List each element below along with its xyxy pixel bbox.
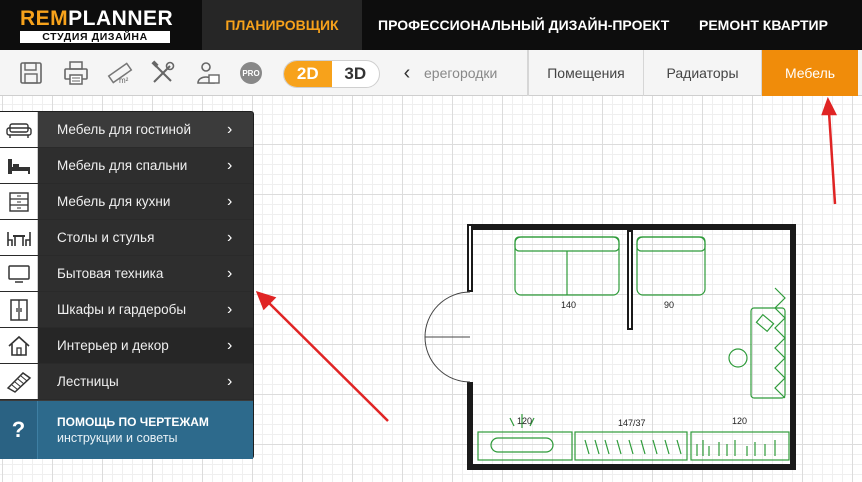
stairs-icon xyxy=(0,364,38,399)
chevron-right-icon: › xyxy=(227,229,233,246)
sofa-icon xyxy=(0,112,38,147)
designer-icon[interactable] xyxy=(193,59,223,87)
door xyxy=(424,291,471,383)
menu-label: Бытовая техника xyxy=(57,266,164,281)
label-bottom-left: 120 xyxy=(517,416,532,426)
menu-item-tables-chairs[interactable]: Столы и стулья › xyxy=(0,220,253,256)
label-bottom-middle: 147/37 xyxy=(618,418,646,428)
top-header: REMPLANNER СТУДИЯ ДИЗАЙНА ПЛАНИРОВЩИК ПР… xyxy=(0,0,862,50)
svg-text:m²: m² xyxy=(119,76,129,85)
menu-label: Столы и стулья xyxy=(57,230,155,245)
menu-item-stairs[interactable]: Лестницы › xyxy=(0,364,253,400)
area-ruler-icon[interactable]: m² xyxy=(105,59,135,87)
furniture-bottom-middle xyxy=(574,431,688,461)
tab-partitions[interactable]: ерегородки xyxy=(418,50,528,96)
nav-design-project[interactable]: ПРОФЕССИОНАЛЬНЫЙ ДИЗАЙН-ПРОЕКТ xyxy=(378,0,669,50)
help-subtitle: инструкции и советы xyxy=(57,431,178,445)
desk-right xyxy=(728,287,786,399)
wardrobe-icon xyxy=(0,292,38,327)
furniture-category-menu: Мебель для гостиной › Мебель для спальни… xyxy=(0,111,254,459)
menu-label: Мебель для спальни xyxy=(57,158,188,173)
tabs-scroll-left-icon[interactable]: ‹ xyxy=(398,62,416,84)
sofa-large xyxy=(514,236,620,296)
wall-right xyxy=(790,224,796,470)
help-drawings-button[interactable]: ? ПОМОЩЬ ПО ЧЕРТЕЖАМ инструкции и советы xyxy=(0,401,253,459)
wall-left-lower xyxy=(467,382,473,470)
house-icon xyxy=(0,328,38,363)
sofa-small xyxy=(636,236,706,296)
wall-bottom xyxy=(467,464,796,470)
menu-item-appliances[interactable]: Бытовая техника › xyxy=(0,256,253,292)
menu-item-wardrobes[interactable]: Шкафы и гардеробы › xyxy=(0,292,253,328)
remplanner-logo[interactable]: REMPLANNER СТУДИЯ ДИЗАЙНА xyxy=(20,7,174,44)
menu-item-interior-decor[interactable]: Интерьер и декор › xyxy=(0,328,253,364)
nav-planner[interactable]: ПЛАНИРОВЩИК xyxy=(202,0,362,50)
pro-icon[interactable]: PRO xyxy=(236,59,266,87)
pro-badge: PRO xyxy=(240,62,262,84)
chevron-right-icon: › xyxy=(227,265,233,282)
chevron-right-icon: › xyxy=(227,193,233,210)
logo-subtitle: СТУДИЯ ДИЗАЙНА xyxy=(20,31,170,43)
toolbar: m² PRO 2D 3D ‹ ерегородки Помещения Ради… xyxy=(0,50,862,96)
logo-wordmark: REMPLANNER xyxy=(20,7,174,30)
label-sofa-small: 90 xyxy=(664,300,674,310)
save-icon[interactable] xyxy=(16,59,46,87)
tab-radiators[interactable]: Радиаторы xyxy=(644,50,762,96)
chevron-right-icon: › xyxy=(227,121,233,138)
label-sofa-large: 140 xyxy=(561,300,576,310)
label-bottom-right: 120 xyxy=(732,416,747,426)
mode-2d-button[interactable]: 2D xyxy=(284,61,332,87)
chevron-right-icon: › xyxy=(227,301,233,318)
view-mode-toggle: 2D 3D xyxy=(283,60,380,88)
tools-icon[interactable] xyxy=(148,59,178,87)
table-chairs-icon xyxy=(0,220,38,255)
mode-3d-button[interactable]: 3D xyxy=(332,61,380,87)
menu-item-living-room[interactable]: Мебель для гостиной › xyxy=(0,112,253,148)
floor-plan[interactable]: 140 90 120 147/37 120 xyxy=(415,218,800,472)
menu-item-kitchen[interactable]: Мебель для кухни › xyxy=(0,184,253,220)
bed-icon xyxy=(0,148,38,183)
menu-label: Мебель для кухни xyxy=(57,194,171,209)
wall-top xyxy=(467,224,796,230)
menu-item-bedroom[interactable]: Мебель для спальни › xyxy=(0,148,253,184)
nav-apartment-repair[interactable]: РЕМОНТ КВАРТИР xyxy=(699,0,828,50)
menu-label: Мебель для гостиной xyxy=(57,122,191,137)
chevron-right-icon: › xyxy=(227,373,233,390)
kitchen-cabinet-icon xyxy=(0,184,38,219)
tab-furniture[interactable]: Мебель xyxy=(762,50,858,96)
print-icon[interactable] xyxy=(61,59,91,87)
tv-icon xyxy=(0,256,38,291)
question-icon: ? xyxy=(0,401,38,459)
tab-rooms[interactable]: Помещения xyxy=(528,50,644,96)
chevron-right-icon: › xyxy=(227,337,233,354)
help-title: ПОМОЩЬ ПО ЧЕРТЕЖАМ xyxy=(57,415,209,429)
menu-label: Лестницы xyxy=(57,374,119,389)
menu-label: Шкафы и гардеробы xyxy=(57,302,187,317)
chevron-right-icon: › xyxy=(227,157,233,174)
furniture-bottom-right xyxy=(690,431,790,461)
menu-label: Интерьер и декор xyxy=(57,338,169,353)
